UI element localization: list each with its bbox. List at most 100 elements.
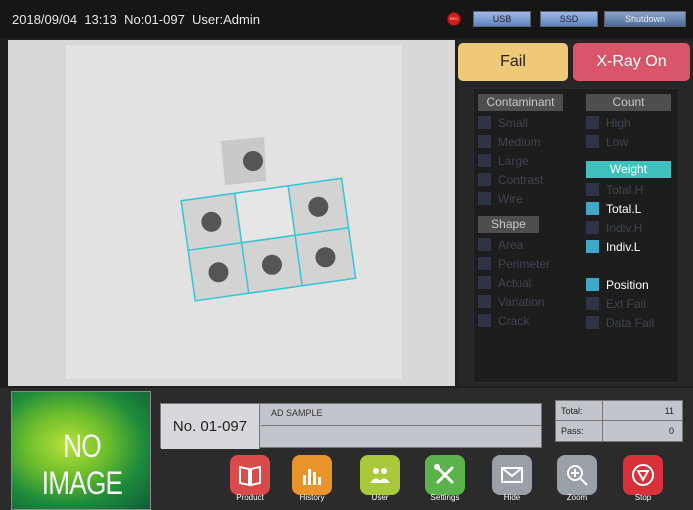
criteria-option-medium[interactable]: Medium [478,135,541,150]
envelope-icon[interactable] [492,455,532,495]
checkbox-icon[interactable] [586,116,599,130]
checkbox-icon[interactable] [478,314,491,328]
total-value: 11 [664,406,674,416]
checkbox-icon[interactable] [586,202,599,216]
criteria-option-perimeter[interactable]: Perimeter [478,257,550,272]
criteria-option-wire[interactable]: Wire [478,192,523,207]
product-info: No. 01-097 AD SAMPLE [160,403,542,449]
criteria-option-small[interactable]: Small [478,116,528,131]
criteria-option-area[interactable]: Area [478,238,523,253]
checkbox-icon[interactable] [586,221,599,235]
criteria-option-high[interactable]: High [586,116,631,131]
zoom-button[interactable]: Zoom [557,455,597,507]
checkbox-icon[interactable] [478,173,491,187]
total-count-row: Total: 11 [556,401,682,421]
xray-image [180,137,357,302]
criteria-option-contrast[interactable]: Contrast [478,173,543,188]
fail-status-indicator: Fail [458,43,568,81]
product-name: AD SAMPLE [261,404,541,426]
option-label: Position [606,278,649,292]
checkbox-icon[interactable] [478,116,491,130]
user-button[interactable]: User [360,455,400,507]
option-label: Indiv.L [606,240,641,254]
option-label: Medium [498,135,541,149]
criteria-option-large[interactable]: Large [478,154,529,169]
xray-image-viewer[interactable] [8,40,455,386]
xray-on-indicator: X-Ray On [573,43,690,81]
thumbnail-image: NO IMAGE [11,391,151,510]
checkbox-icon[interactable] [586,297,599,311]
option-label: Wire [498,192,523,206]
option-label: High [606,116,631,130]
toolbar-button-label: Zoom [566,493,588,502]
option-label: Contrast [498,173,544,187]
product-number: No. 01-097 [161,404,260,449]
pass-value: 0 [668,426,674,436]
criteria-option-data-fail[interactable]: Data Fail [586,316,654,331]
count-summary: Total: 11 Pass: 0 [555,400,683,442]
option-label: Area [498,238,524,252]
checkbox-icon[interactable] [478,135,491,149]
option-label: Indiv.H [606,221,643,235]
checkbox-icon[interactable] [586,135,599,149]
stop-icon[interactable] [623,455,663,495]
pass-label: Pass: [561,421,603,441]
criteria-option-variation[interactable]: Variation [478,295,544,310]
system-info: 2018/09/04 13:13 No:01-097 User:Admin [12,12,260,27]
criteria-option-total-h[interactable]: Total.H [586,183,643,198]
history-button[interactable]: History [292,455,332,507]
record-indicator-icon: REC [447,12,461,26]
option-label: Crack [498,314,530,328]
bar-chart-icon[interactable] [292,455,332,495]
pass-count-row: Pass: 0 [556,421,682,441]
sequence-number-text: No:01-097 [124,12,185,27]
checkbox-icon[interactable] [478,295,491,309]
user-text: User:Admin [192,12,260,27]
count-header: Count [586,94,671,111]
checkbox-icon[interactable] [478,192,491,206]
option-label: Low [606,135,629,149]
criteria-option-position[interactable]: Position [586,278,649,293]
toolbar-button-label: Stop [634,493,652,502]
checkbox-icon[interactable] [478,154,491,168]
checkbox-icon[interactable] [586,316,599,330]
criteria-option-indiv-l[interactable]: Indiv.L [586,240,640,255]
criteria-option-actual[interactable]: Actual [478,276,531,291]
total-label: Total: [561,401,603,421]
toolbar-button-label: Hide [503,493,521,502]
stop-button[interactable]: Stop [623,455,663,507]
hide-button[interactable]: Hide [492,455,532,507]
toolbar-button-label: Settings [430,493,460,502]
toolbar-button-label: History [299,493,325,502]
shutdown-button[interactable]: Shutdown [604,11,686,27]
book-icon[interactable] [230,455,270,495]
tools-icon[interactable] [425,455,465,495]
option-label: Large [498,154,529,168]
zoom-in-icon[interactable] [557,455,597,495]
criteria-option-low[interactable]: Low [586,135,628,150]
top-status-bar: 2018/09/04 13:13 No:01-097 User:Admin RE… [0,0,693,38]
ssd-button[interactable]: SSD [540,11,598,27]
option-label: Small [498,116,529,130]
product-button[interactable]: Product [230,455,270,507]
toolbar-button-label: Product [236,493,264,502]
toolbar-button-label: User [371,493,389,502]
users-icon[interactable] [360,455,400,495]
criteria-option-indiv-h[interactable]: Indiv.H [586,221,642,236]
criteria-option-ext-fail[interactable]: Ext Fail [586,297,646,312]
checkbox-icon[interactable] [478,238,491,252]
criteria-option-crack[interactable]: Crack [478,314,529,329]
option-label: Total.H [606,183,644,197]
criteria-option-total-l[interactable]: Total.L [586,202,641,217]
settings-button[interactable]: Settings [425,455,465,507]
checkbox-icon[interactable] [586,240,599,254]
checkbox-icon[interactable] [478,257,491,271]
date-text: 2018/09/04 [12,12,78,27]
time-text: 13:13 [84,12,117,27]
checkbox-icon[interactable] [586,183,599,197]
usb-button[interactable]: USB [473,11,531,27]
option-label: Total.L [606,202,642,216]
checkbox-icon[interactable] [586,278,599,292]
checkbox-icon[interactable] [478,276,491,290]
option-label: Actual [498,276,532,290]
